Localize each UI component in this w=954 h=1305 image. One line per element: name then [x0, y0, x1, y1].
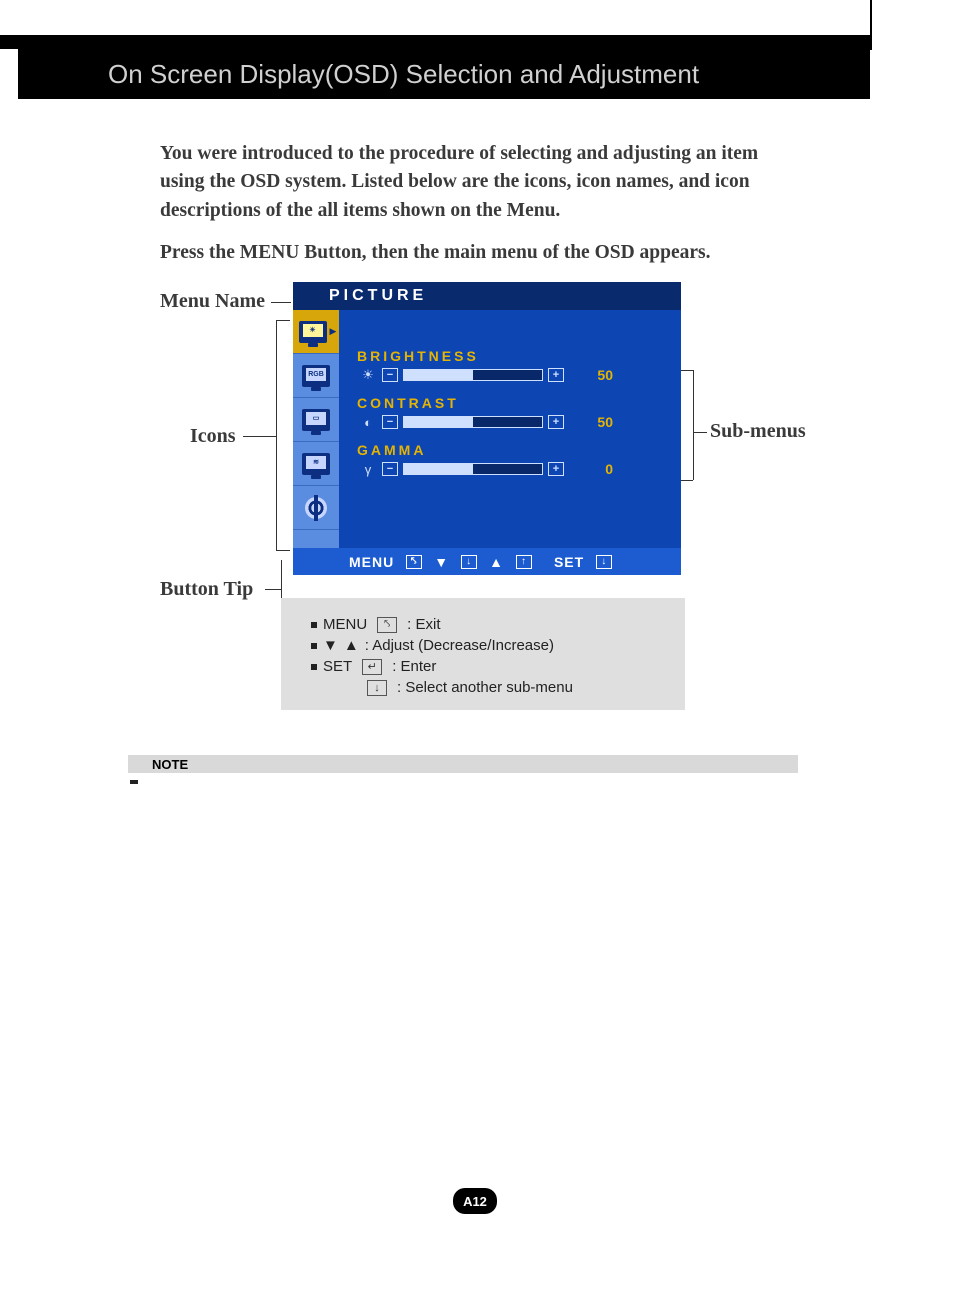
osd-footer: MENU ⤣ ▼ ↓ ▲ ↑ SET ↓ — [293, 548, 681, 575]
value-readout: 50 — [577, 367, 613, 383]
tip-row: ↓ : Select another sub-menu — [311, 679, 667, 696]
label-icons: Icons — [190, 425, 236, 448]
submenu-label: BRIGHTNESS — [357, 348, 665, 364]
decrease-button[interactable]: − — [382, 368, 398, 382]
down-arrow-icon: ↓ — [367, 680, 387, 696]
exit-icon: ⤣ — [377, 617, 397, 633]
callout-line — [681, 370, 693, 371]
submenu-brightness: BRIGHTNESS ☀ − + 50 — [357, 348, 665, 383]
page-number: A12 — [453, 1188, 497, 1214]
value-readout: 50 — [577, 414, 613, 430]
enter-icon: ↵ — [362, 659, 382, 675]
callout-line — [276, 320, 277, 550]
label-button-tip: Button Tip — [160, 578, 253, 601]
bullet-icon — [311, 664, 317, 670]
callout-line — [276, 550, 290, 551]
intro-paragraph: You were introduced to the procedure of … — [160, 140, 800, 225]
tip-row: MENU ⤣ : Exit — [311, 616, 667, 633]
slider-track[interactable] — [403, 369, 543, 381]
submenu-gamma: GAMMA γ − + 0 — [357, 442, 665, 477]
sun-icon[interactable]: ☀ — [293, 310, 339, 354]
button-tip-panel: MENU ⤣ : Exit ▼ ▲ : Adjust (Decrease/Inc… — [281, 598, 685, 710]
down-triangle-icon: ▼ — [323, 637, 338, 654]
submenu-label: GAMMA — [357, 442, 665, 458]
osd-window: PICTURE ☀ RGB ▭ ≋ BRIGHTNESS ☀ − + 50 CO… — [293, 282, 681, 575]
gamma-icon: γ — [357, 462, 379, 477]
osd-body: ☀ RGB ▭ ≋ BRIGHTNESS ☀ − + 50 CONTRAST ◐ — [293, 310, 681, 548]
up-triangle-icon: ▲ — [344, 637, 359, 654]
label-menu-name: Menu Name — [160, 290, 265, 313]
tip-row: ▼ ▲ : Adjust (Decrease/Increase) — [311, 637, 667, 654]
exit-icon: ⤣ — [406, 555, 422, 569]
down-triangle-icon: ▼ — [434, 554, 449, 570]
value-readout: 0 — [577, 461, 613, 477]
page-title-text: On Screen Display(OSD) Selection and Adj… — [108, 59, 699, 90]
osd-menu-title: PICTURE — [293, 282, 681, 310]
contrast-icon: ◐ — [357, 415, 379, 430]
page-title: On Screen Display(OSD) Selection and Adj… — [18, 49, 870, 99]
banner-top-stripe — [0, 35, 870, 49]
up-triangle-icon: ▲ — [489, 554, 504, 570]
callout-line — [681, 480, 693, 481]
tip-text: : Adjust (Decrease/Increase) — [365, 637, 554, 654]
rgb-icon[interactable]: RGB — [293, 354, 339, 398]
bullet-icon — [311, 622, 317, 628]
corner-mark — [870, 0, 872, 50]
slider-track[interactable] — [403, 463, 543, 475]
label-submenus: Sub-menus — [710, 420, 806, 443]
enter-key-icon: ↓ — [596, 555, 612, 569]
note-label: NOTE — [152, 757, 188, 772]
slider-track[interactable] — [403, 416, 543, 428]
up-key-icon: ↑ — [516, 555, 532, 569]
decrease-button[interactable]: − — [382, 462, 398, 476]
callout-line — [271, 302, 291, 303]
tip-row: SET ↵ : Enter — [311, 658, 667, 675]
callout-line — [243, 436, 276, 437]
callout-line — [693, 432, 707, 433]
gear-icon[interactable] — [293, 486, 339, 530]
footer-menu-label: MENU — [349, 554, 394, 570]
increase-button[interactable]: + — [548, 415, 564, 429]
osd-panel: BRIGHTNESS ☀ − + 50 CONTRAST ◐ − + 50 — [339, 310, 681, 548]
bullet-icon — [311, 643, 317, 649]
note-heading: NOTE — [128, 755, 798, 773]
increase-button[interactable]: + — [548, 462, 564, 476]
submenu-label: CONTRAST — [357, 395, 665, 411]
tip-menu-label: MENU — [323, 616, 367, 633]
submenu-contrast: CONTRAST ◐ − + 50 — [357, 395, 665, 430]
increase-button[interactable]: + — [548, 368, 564, 382]
press-paragraph: Press the MENU Button, then the main men… — [160, 242, 800, 264]
tip-text: : Select another sub-menu — [397, 679, 573, 696]
osd-icons-column: ☀ RGB ▭ ≋ — [293, 310, 339, 548]
tip-text: : Enter — [392, 658, 436, 675]
page-number-text: A12 — [463, 1194, 487, 1209]
brightness-icon: ☀ — [357, 367, 379, 383]
footer-set-label: SET — [554, 554, 584, 570]
tip-set-label: SET — [323, 658, 352, 675]
callout-line — [693, 370, 694, 480]
callout-line — [265, 589, 281, 590]
wave-icon[interactable]: ≋ — [293, 442, 339, 486]
tip-text: : Exit — [407, 616, 440, 633]
screen-icon[interactable]: ▭ — [293, 398, 339, 442]
down-key-icon: ↓ — [461, 555, 477, 569]
note-bullet — [130, 780, 138, 784]
callout-line — [276, 320, 290, 321]
decrease-button[interactable]: − — [382, 415, 398, 429]
